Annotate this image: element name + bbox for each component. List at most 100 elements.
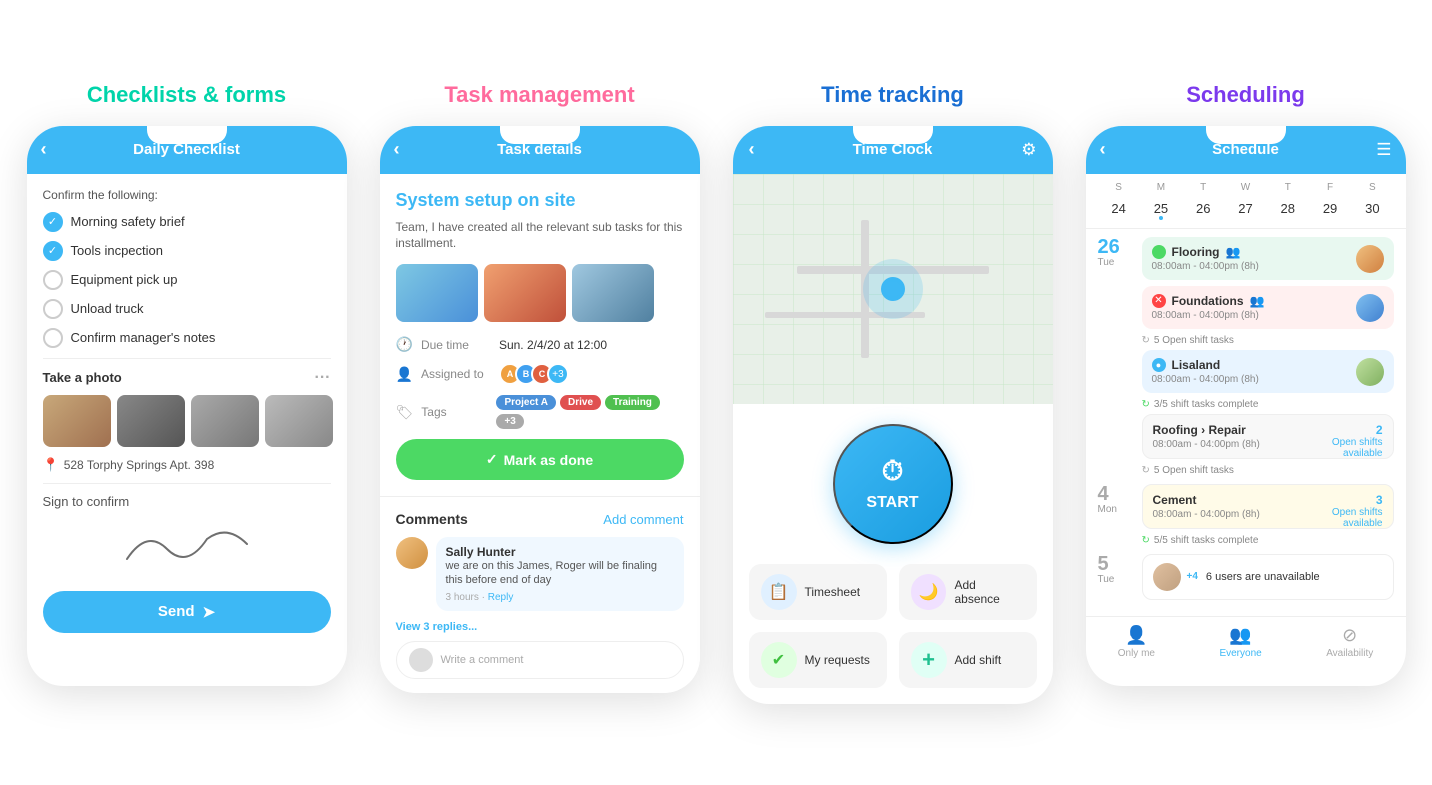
roofing-title: Roofing › Repair (1153, 423, 1246, 437)
photo-1[interactable] (43, 395, 111, 447)
roofing-item[interactable]: Roofing › Repair 2 Open shifts available… (1142, 414, 1394, 459)
send-button[interactable]: Send ➤ (43, 591, 331, 633)
task-img-3[interactable] (572, 264, 654, 322)
mark-done-label: Mark as done (504, 452, 593, 468)
signature-area[interactable] (43, 517, 331, 577)
avatar-group: A B C +3 (499, 363, 569, 385)
checkbox-5[interactable] (43, 328, 63, 348)
add-shift-button[interactable]: + Add shift (899, 632, 1037, 688)
schedule-list: 26 Tue Flooring 👥 08:00am - 04:00pm (8h (1086, 229, 1406, 616)
reply-link[interactable]: Reply (488, 592, 514, 603)
nav-only-me[interactable]: 👤 Only me (1118, 625, 1155, 659)
cal-date-25[interactable]: 25 (1140, 197, 1182, 220)
roofing-tasks: ↻ 5 Open shift tasks (1142, 465, 1394, 476)
tag-drive: Drive (560, 395, 601, 410)
cal-date-29[interactable]: 29 (1309, 197, 1351, 220)
flooring-item[interactable]: Flooring 👥 08:00am - 04:00pm (8h) (1142, 237, 1394, 280)
schedule-back-button[interactable]: ‹ (1100, 139, 1106, 160)
cal-date-24[interactable]: 24 (1098, 197, 1140, 220)
flooring-group-icon: 👥 (1226, 245, 1241, 259)
start-button[interactable]: ⏱ START (833, 424, 953, 544)
section-title-time: Time tracking (821, 82, 964, 108)
foundations-item[interactable]: ✕ Foundations 👥 08:00am - 04:00pm (8h) (1142, 286, 1394, 329)
lisaland-item[interactable]: ● Lisaland 08:00am - 04:00pm (8h) (1142, 350, 1394, 393)
cal-date-28[interactable]: 28 (1267, 197, 1309, 220)
location-row: 📍 528 Torphy Springs Apt. 398 (43, 457, 331, 473)
cement-header: Cement 3 Open shifts available (1153, 493, 1383, 507)
tags-container: Project A Drive Training +3 (496, 395, 683, 429)
comment-name: Sally Hunter (446, 545, 674, 559)
timesheet-button[interactable]: 📋 Timesheet (749, 564, 887, 620)
checkbox-3[interactable] (43, 270, 63, 290)
my-requests-button[interactable]: ✔ My requests (749, 632, 887, 688)
schedule-items-4: Cement 3 Open shifts available 08:00am -… (1142, 484, 1394, 546)
write-comment-input[interactable]: Write a comment (441, 654, 524, 666)
map-area (733, 174, 1053, 404)
back-button[interactable]: ‹ (41, 139, 47, 160)
nav-availability[interactable]: ⊘ Availability (1326, 625, 1373, 659)
settings-icon[interactable]: ⚙ (1021, 140, 1036, 160)
cement-title: Cement (1153, 493, 1197, 507)
cal-date-30[interactable]: 30 (1351, 197, 1393, 220)
add-comment-button[interactable]: Add comment (603, 512, 683, 527)
cal-day-s2: S (1351, 182, 1393, 193)
due-label: Due time (421, 338, 491, 352)
date-day-4: Mon (1098, 504, 1134, 515)
cal-date-27[interactable]: 27 (1224, 197, 1266, 220)
section-time: Time tracking ‹ Time Clock ⚙ ⏱ START (726, 82, 1059, 704)
check-item-2[interactable]: ✓ Tools incpection (43, 241, 331, 261)
nav-everyone[interactable]: 👥 Everyone (1219, 625, 1261, 659)
task-back-button[interactable]: ‹ (394, 139, 400, 160)
add-absence-button[interactable]: 🌙 Add absence (899, 564, 1037, 620)
date-day-26: Tue (1098, 257, 1134, 268)
checkbox-1[interactable]: ✓ (43, 212, 63, 232)
task-img-1[interactable] (396, 264, 478, 322)
write-comment-area[interactable]: Write a comment (396, 641, 684, 679)
flooring-status (1152, 245, 1166, 259)
foundations-header: ✕ Foundations 👥 (1152, 294, 1384, 308)
photo-4[interactable] (265, 395, 333, 447)
flooring-header: Flooring 👥 (1152, 245, 1384, 259)
cement-item[interactable]: Cement 3 Open shifts available 08:00am -… (1142, 484, 1394, 529)
photo-3[interactable] (191, 395, 259, 447)
schedule-bottom-nav: 👤 Only me 👥 Everyone ⊘ Availability (1086, 616, 1406, 667)
check-item-1[interactable]: ✓ Morning safety brief (43, 212, 331, 232)
map-dot (881, 277, 905, 301)
task-header-title: Task details (497, 141, 582, 158)
time-back-button[interactable]: ‹ (749, 139, 755, 160)
schedule-list-icon[interactable]: ☰ (1376, 140, 1391, 160)
check-item-3[interactable]: Equipment pick up (43, 270, 331, 290)
checkbox-2[interactable]: ✓ (43, 241, 63, 261)
section-checklists: Checklists & forms ‹ Daily Checklist Con… (20, 82, 353, 686)
everyone-label: Everyone (1219, 648, 1261, 659)
foundations-time: 08:00am - 04:00pm (8h) (1152, 310, 1384, 321)
sign-label: Sign to confirm (43, 494, 331, 509)
section-title-task: Task management (444, 82, 634, 108)
assigned-row: 👤 Assigned to A B C +3 (396, 363, 684, 385)
photo-2[interactable] (117, 395, 185, 447)
more-options-icon[interactable]: ··· (315, 369, 331, 387)
cal-date-26[interactable]: 26 (1182, 197, 1224, 220)
section-title-scheduling: Scheduling (1186, 82, 1305, 108)
photo-grid (43, 395, 331, 447)
foundations-avatar (1356, 294, 1384, 322)
start-btn-area: ⏱ START (733, 404, 1053, 564)
view-replies[interactable]: View 3 replies... (396, 621, 684, 633)
tags-label: Tags (421, 405, 488, 419)
schedule-day-26: 26 Tue Flooring 👥 08:00am - 04:00pm (8h (1098, 237, 1394, 476)
task-img-2[interactable] (484, 264, 566, 322)
foundations-title: Foundations (1172, 294, 1244, 308)
schedule-items-26: Flooring 👥 08:00am - 04:00pm (8h) ✕ Foun… (1142, 237, 1394, 476)
roofing-tasks-text: 5 Open shift tasks (1154, 465, 1234, 476)
checkbox-4[interactable] (43, 299, 63, 319)
mark-done-button[interactable]: ✓ Mark as done (396, 439, 684, 480)
assigned-label: Assigned to (421, 367, 491, 381)
everyone-icon: 👥 (1229, 625, 1251, 646)
take-photo-section: Take a photo ··· (43, 369, 331, 387)
date-label-4: 4 Mon (1098, 484, 1134, 546)
tag-training: Training (605, 395, 660, 410)
checklist-content: Confirm the following: ✓ Morning safety … (27, 174, 347, 647)
check-item-4[interactable]: Unload truck (43, 299, 331, 319)
check-item-5[interactable]: Confirm manager's notes (43, 328, 331, 348)
cal-day-w: W (1224, 182, 1266, 193)
